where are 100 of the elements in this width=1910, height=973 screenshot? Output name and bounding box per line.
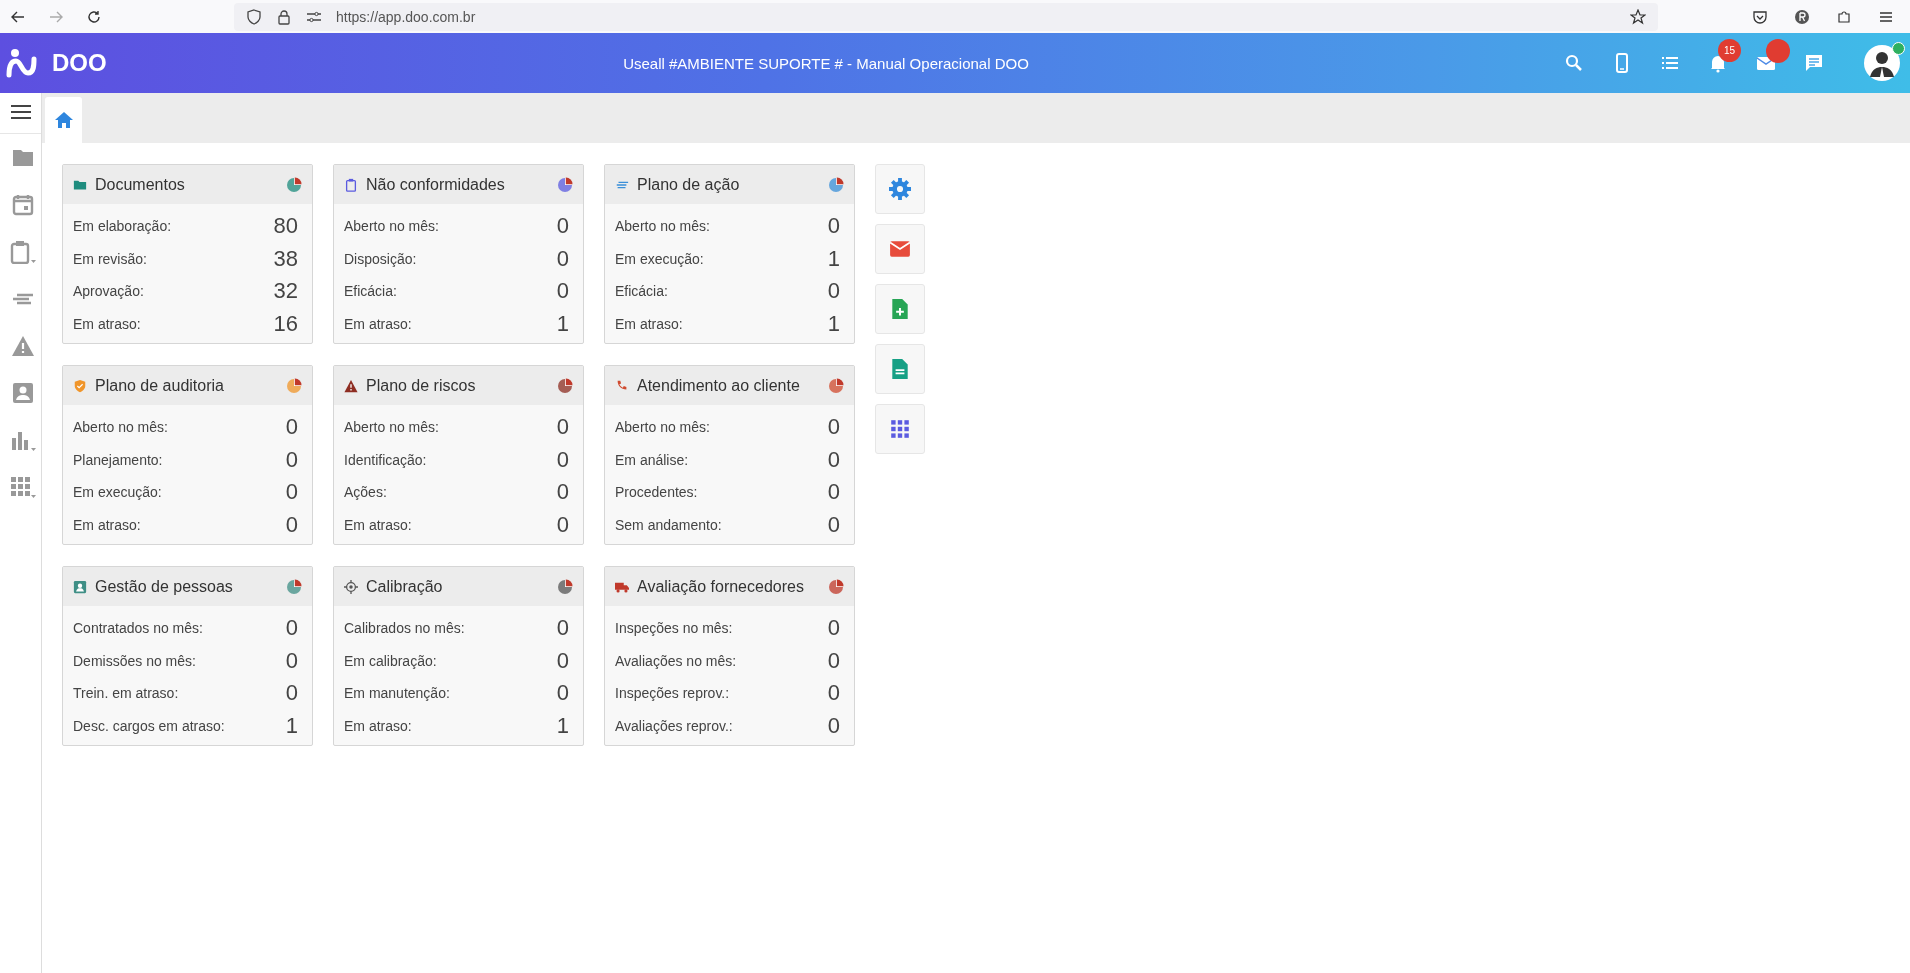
pie-chart-icon[interactable] — [286, 377, 302, 394]
shortcut-button[interactable] — [875, 284, 925, 334]
metric-label: Identificação: — [344, 451, 427, 468]
shortcut-button[interactable] — [875, 164, 925, 214]
metric-value[interactable]: 0 — [827, 278, 840, 305]
reload-icon[interactable] — [86, 8, 102, 25]
avatar[interactable] — [1864, 45, 1900, 81]
pie-chart-icon[interactable] — [557, 176, 573, 193]
metric-label: Em atraso: — [344, 516, 412, 533]
metric-label: Aberto no mês: — [615, 218, 710, 235]
url-text: https://app.doo.com.br — [336, 8, 477, 25]
lock-icon — [276, 8, 292, 25]
puzzle-icon[interactable] — [1836, 8, 1852, 25]
card-title: Atendimento ao cliente — [637, 376, 801, 395]
metric-value[interactable]: 0 — [285, 479, 298, 506]
metric-value[interactable]: 0 — [285, 647, 298, 674]
metric-label: Em execução: — [615, 250, 704, 267]
metric-label: Aberto no mês: — [344, 218, 439, 235]
metric-value[interactable]: 80 — [273, 213, 298, 240]
metric-value[interactable]: 0 — [827, 615, 840, 642]
metric-label: Inspeções reprov.: — [615, 685, 730, 702]
metric-value[interactable]: 0 — [556, 479, 569, 506]
metric-value[interactable]: 0 — [556, 615, 569, 642]
metric-value[interactable]: 0 — [827, 479, 840, 506]
metric-label: Aprovação: — [73, 283, 144, 300]
metric-label: Trein. em atraso: — [73, 685, 179, 702]
metric-value[interactable]: 0 — [556, 278, 569, 305]
shortcut-button[interactable] — [875, 224, 925, 274]
metric-label: Aberto no mês: — [73, 419, 168, 436]
online-status-dot — [1892, 42, 1905, 55]
card-title: Não conformidades — [366, 175, 506, 194]
metric-value[interactable]: 1 — [827, 245, 840, 272]
metric-value[interactable]: 0 — [556, 245, 569, 272]
pie-chart-icon[interactable] — [286, 578, 302, 595]
shortcut-button[interactable] — [875, 404, 925, 454]
metric-value[interactable]: 0 — [827, 647, 840, 674]
pie-chart-icon[interactable] — [286, 176, 302, 193]
metric-value[interactable]: 1 — [556, 310, 569, 337]
metric-label: Calibrados no mês: — [344, 620, 465, 637]
metric-label: Em manutenção: — [344, 685, 450, 702]
metric-value[interactable]: 16 — [273, 310, 298, 337]
metric-label: Avaliações no mês: — [615, 652, 737, 669]
metric-label: Em execução: — [73, 484, 162, 501]
metric-value[interactable]: 1 — [827, 310, 840, 337]
metric-value[interactable]: 32 — [273, 278, 298, 305]
metric-label: Em atraso: — [344, 717, 412, 734]
metric-value[interactable]: 0 — [556, 647, 569, 674]
pie-chart-icon[interactable] — [557, 377, 573, 394]
search-icon[interactable] — [1564, 53, 1584, 73]
metric-label: Em calibração: — [344, 652, 437, 669]
metric-label: Em análise: — [615, 451, 689, 468]
home-icon — [53, 110, 74, 130]
metric-value[interactable]: 0 — [556, 680, 569, 707]
pie-chart-icon[interactable] — [828, 176, 844, 193]
metric-value[interactable]: 1 — [285, 712, 298, 739]
card-title: Plano de auditoria — [95, 376, 225, 395]
metric-value[interactable]: 0 — [556, 414, 569, 441]
metric-label: Sem andamento: — [615, 516, 722, 533]
star-icon[interactable] — [1630, 8, 1646, 25]
metric-value[interactable]: 0 — [827, 511, 840, 538]
address-bar[interactable]: https://app.doo.com.br — [234, 2, 1658, 31]
metric-value[interactable]: 1 — [556, 712, 569, 739]
shortcut-button[interactable] — [875, 344, 925, 394]
card-title: Plano de riscos — [366, 376, 477, 395]
metric-label: Aberto no mês: — [615, 419, 710, 436]
app-title: Useall #AMBIENTE SUPORTE # - Manual Operacional DOO — [622, 54, 1030, 72]
metric-label: Desc. cargos em atraso: — [73, 717, 225, 734]
pie-chart-icon[interactable] — [828, 377, 844, 394]
profile-icon[interactable] — [1794, 8, 1810, 25]
metric-label: Eficácia: — [615, 283, 668, 300]
metric-value[interactable]: 0 — [827, 213, 840, 240]
metric-label: Aberto no mês: — [344, 419, 439, 436]
metric-value[interactable]: 0 — [556, 446, 569, 473]
metric-label: Em atraso: — [73, 516, 141, 533]
metric-label: Ações: — [344, 484, 387, 501]
metric-value[interactable]: 0 — [556, 213, 569, 240]
metric-label: Em elaboração: — [73, 218, 172, 235]
metric-value[interactable]: 0 — [285, 615, 298, 642]
metric-label: Em revisão: — [73, 250, 147, 267]
notification-count: 15 — [1718, 39, 1741, 62]
metric-label: Demissões no mês: — [73, 652, 196, 669]
logo[interactable]: DOO — [6, 48, 566, 78]
pie-chart-icon[interactable] — [828, 578, 844, 595]
metric-label: Procedentes: — [615, 484, 698, 501]
metric-value[interactable]: 0 — [556, 511, 569, 538]
home-tab[interactable] — [45, 97, 82, 143]
metric-value[interactable]: 0 — [827, 712, 840, 739]
metric-value[interactable]: 0 — [827, 414, 840, 441]
pocket-icon[interactable] — [1752, 8, 1768, 25]
metric-value[interactable]: 0 — [285, 414, 298, 441]
metric-value[interactable]: 0 — [285, 446, 298, 473]
card-title: Documentos — [95, 175, 186, 194]
metric-label: Inspeções no mês: — [615, 620, 733, 637]
pie-chart-icon[interactable] — [557, 578, 573, 595]
metric-value[interactable]: 0 — [285, 511, 298, 538]
metric-value[interactable]: 38 — [273, 245, 298, 272]
metric-value[interactable]: 0 — [827, 680, 840, 707]
metric-value[interactable]: 0 — [827, 446, 840, 473]
metric-value[interactable]: 0 — [285, 680, 298, 707]
metric-label: Contratados no mês: — [73, 620, 203, 637]
